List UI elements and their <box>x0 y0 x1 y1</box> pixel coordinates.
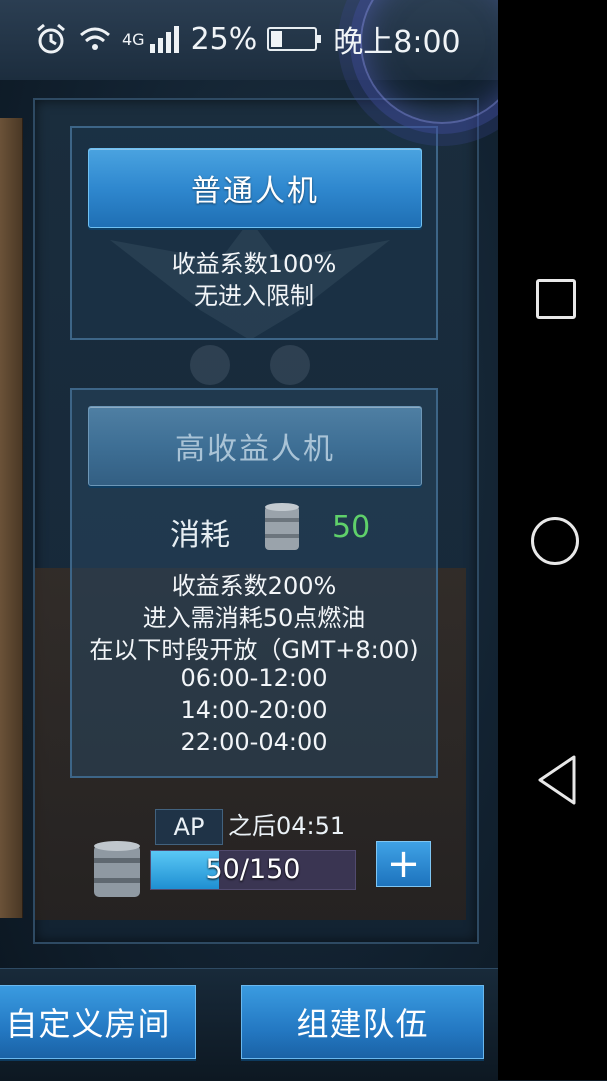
wifi-icon <box>80 27 110 50</box>
time-slot-3: 22:00-04:00 <box>180 728 328 756</box>
home-icon[interactable] <box>531 517 579 565</box>
normal-ai-button[interactable]: 普通人机 <box>88 148 422 228</box>
ap-badge: AP <box>155 809 223 845</box>
recent-apps-icon[interactable] <box>536 279 576 319</box>
custom-room-button[interactable]: 自定义房间 <box>0 985 196 1059</box>
time-slot-2: 14:00-20:00 <box>180 696 328 724</box>
create-team-button[interactable]: 组建队伍 <box>241 985 484 1059</box>
signal-icon <box>149 26 179 53</box>
clock-time: 晚上8:00 <box>333 25 461 60</box>
ap-recover-timer: 之后04:51 <box>228 812 346 840</box>
high-reward-ai-button[interactable]: 高收益人机 <box>88 406 422 486</box>
network-type-label: 4G <box>122 29 145 49</box>
normal-limit-text: 无进入限制 <box>194 282 314 310</box>
alarm-icon <box>37 23 65 54</box>
battery-percent: 25% <box>190 21 258 57</box>
battery-icon <box>267 27 322 51</box>
battery-fill <box>271 31 282 47</box>
ap-progress-bar: 50/150 <box>150 850 356 890</box>
normal-mode-box: 普通人机 收益系数100% 无进入限制 <box>70 126 438 340</box>
consume-row: 消耗 50 <box>72 500 436 556</box>
back-icon[interactable] <box>534 753 582 807</box>
high-mode-box: 高收益人机 消耗 50 收益系数200% 进入需消耗50点燃油 在以下时段开放（… <box>70 388 438 778</box>
left-card-edge <box>0 118 23 918</box>
fuel-barrel-icon <box>265 503 299 550</box>
add-ap-button[interactable]: + <box>376 841 431 887</box>
high-entry-cost-text: 进入需消耗50点燃油 <box>142 604 366 632</box>
high-open-time-title: 在以下时段开放（GMT+8:00) <box>89 636 419 664</box>
fuel-barrel-icon <box>94 841 140 897</box>
normal-reward-text: 收益系数100% <box>171 250 337 278</box>
time-slot-1: 06:00-12:00 <box>180 664 328 692</box>
high-reward-text: 收益系数200% <box>171 572 337 600</box>
consume-value: 50 <box>332 510 371 545</box>
status-content: 4G 25% 晚上8:00 <box>34 14 461 64</box>
ap-progress-text: 50/150 <box>205 854 301 885</box>
consume-label: 消耗 <box>170 518 230 553</box>
